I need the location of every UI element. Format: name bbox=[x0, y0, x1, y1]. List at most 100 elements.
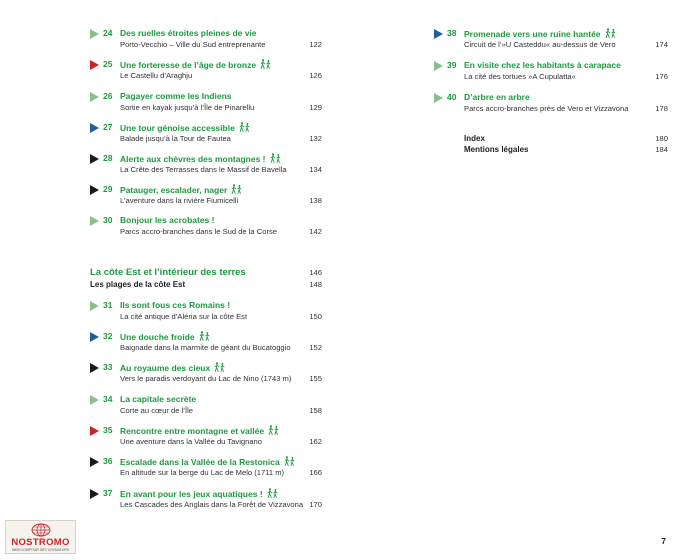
entry-page: 122 bbox=[309, 40, 322, 49]
extra-page: 180 bbox=[655, 134, 668, 143]
toc-entry-30: 30 Bonjour les acrobates ! Parcs accro-bra… bbox=[90, 215, 322, 241]
entry-title: D’arbre en arbre bbox=[464, 92, 530, 102]
triangle-marker-icon bbox=[90, 332, 99, 342]
toc-entry-39: 39 En visite chez les habitants à carapac… bbox=[434, 60, 668, 86]
extra-label: Mentions légales bbox=[464, 145, 529, 154]
toc-entry-33: 33 Au royaume des cieux Vers le paradis ve… bbox=[90, 362, 322, 388]
entry-title-text: Ils sont fous ces Romains ! bbox=[120, 300, 231, 310]
entry-title: Patauger, escalader, nager bbox=[120, 184, 243, 195]
entry-title-text: Rencontre entre montagne et vallée bbox=[120, 426, 265, 436]
section-subtitle-text: Les plages de la côte Est bbox=[90, 280, 186, 289]
toc-entry-37: 37 En avant pour les jeux aquatiques ! Les… bbox=[90, 488, 322, 514]
entry-title: Rencontre entre montagne et vallée bbox=[120, 425, 280, 436]
entry-title-text: Une douche froide bbox=[120, 332, 195, 342]
hiking-icon bbox=[284, 456, 295, 466]
entry-subtitle: Corte au cœur de l’Île bbox=[120, 406, 194, 415]
triangle-marker-icon bbox=[434, 93, 443, 103]
entry-page: 132 bbox=[309, 134, 322, 143]
entry-subtitle: Le Castellu d’Araghju bbox=[120, 71, 193, 80]
triangle-marker-icon bbox=[90, 29, 99, 39]
triangle-marker-icon bbox=[90, 154, 99, 164]
entry-subtitle: En altitude sur la berge du Lac de Melo … bbox=[120, 468, 285, 477]
entry-title: Une douche froide bbox=[120, 331, 211, 342]
triangle-marker-icon bbox=[90, 92, 99, 102]
entry-number: 31 bbox=[103, 300, 113, 310]
section-title-text: La côte Est et l’intérieur des terres bbox=[90, 267, 246, 278]
entry-subtitle: L’aventure dans la rivière Fiumicelli bbox=[120, 196, 239, 205]
triangle-marker-icon bbox=[90, 457, 99, 467]
entry-title: Bonjour les acrobates ! bbox=[120, 215, 214, 225]
entry-subtitle: Circuit de l’»U Casteddu« au-dessus de V… bbox=[464, 40, 616, 49]
entry-title: Escalade dans la Vallée de la Restonica bbox=[120, 456, 296, 467]
hiking-icon bbox=[267, 488, 278, 498]
entry-title-text: La capitale secrète bbox=[120, 394, 197, 404]
section-subtitle-page: 148 bbox=[309, 280, 322, 289]
entry-number: 28 bbox=[103, 153, 113, 163]
entry-page: 166 bbox=[309, 468, 322, 477]
entry-page: 152 bbox=[309, 343, 322, 352]
triangle-marker-icon bbox=[90, 426, 99, 436]
entry-subtitle: Sortie en kayak jusqu’à l’Île de Pinarel… bbox=[120, 103, 255, 112]
toc-extra-row: Mentions légales 184 bbox=[464, 145, 668, 154]
entry-subtitle: Porto-Vecchio – Ville du Sud entreprenan… bbox=[120, 40, 266, 49]
section-page: 146 bbox=[309, 268, 322, 277]
entry-title-text: En avant pour les jeux aquatiques ! bbox=[120, 489, 263, 499]
triangle-marker-icon bbox=[434, 29, 443, 39]
toc-entry-34: 34 La capitale secrète Corte au cœur de l’… bbox=[90, 394, 322, 420]
toc-entry-27: 27 Une tour génoise accessible Balade jusq… bbox=[90, 122, 322, 148]
entry-title: Promenade vers une ruine hantée bbox=[464, 28, 617, 39]
logo-tagline: WEB COMPTOIR DES VOYAGEURS bbox=[12, 548, 69, 552]
globe-icon bbox=[31, 523, 51, 537]
entry-subtitle: Parcs accro-branches dans le Sud de la C… bbox=[120, 227, 278, 236]
hiking-icon bbox=[239, 122, 250, 132]
toc-entry-26: 26 Pagayer comme les Indiens Sortie en kay… bbox=[90, 91, 322, 117]
entry-number: 32 bbox=[103, 331, 113, 341]
toc-entry-24: 24 Des ruelles étroites pleines de vie Por… bbox=[90, 28, 322, 54]
entry-title: Pagayer comme les Indiens bbox=[120, 91, 232, 101]
entry-number: 29 bbox=[103, 184, 113, 194]
entry-page: 150 bbox=[309, 312, 322, 321]
entry-page: 162 bbox=[309, 437, 322, 446]
toc-entry-36: 36 Escalade dans la Vallée de la Restonic… bbox=[90, 456, 322, 482]
entry-number: 24 bbox=[103, 28, 113, 38]
toc-extra-row: Index 180 bbox=[464, 134, 668, 143]
toc-entry-28: 28 Alerte aux chèvres des montagnes ! La C… bbox=[90, 153, 322, 179]
triangle-marker-icon bbox=[90, 123, 99, 133]
entry-subtitle: Une aventure dans la Vallée du Tavignano bbox=[120, 437, 262, 446]
toc-entry-38: 38 Promenade vers une ruine hantée Circuit… bbox=[434, 28, 668, 54]
extra-page: 184 bbox=[655, 145, 668, 154]
entry-subtitle: Baignade dans la marmite de géant du Buc… bbox=[120, 343, 291, 352]
entry-number: 37 bbox=[103, 488, 113, 498]
triangle-marker-icon bbox=[434, 61, 443, 71]
section-subtitle: Les plages de la côte Est 148 bbox=[90, 280, 322, 289]
entry-title-text: Patauger, escalader, nager bbox=[120, 185, 228, 195]
entry-subtitle: Vers le paradis verdoyant du Lac de Nino… bbox=[120, 374, 292, 383]
hiking-icon bbox=[214, 362, 225, 372]
entry-page: 176 bbox=[655, 72, 668, 81]
entry-title: Au royaume des cieux bbox=[120, 362, 226, 373]
entry-number: 30 bbox=[103, 215, 113, 225]
entry-number: 35 bbox=[103, 425, 113, 435]
hiking-icon bbox=[270, 153, 280, 163]
entry-number: 25 bbox=[103, 59, 113, 69]
entry-title-text: Promenade vers une ruine hantée bbox=[464, 29, 601, 39]
entry-title: En visite chez les habitants à carapace bbox=[464, 60, 621, 70]
hiking-icon bbox=[605, 28, 615, 38]
entry-number: 39 bbox=[447, 60, 457, 70]
hiking-icon bbox=[260, 59, 271, 69]
entry-number: 33 bbox=[103, 362, 113, 372]
entry-page: 138 bbox=[309, 196, 322, 205]
entry-page: 158 bbox=[309, 406, 322, 415]
entry-page: 126 bbox=[309, 71, 322, 80]
entry-subtitle: Balade jusqu’à la Tour de Fautea bbox=[120, 134, 231, 143]
entry-subtitle: Les Cascades des Anglais dans la Forêt d… bbox=[120, 500, 304, 509]
entry-page: 129 bbox=[309, 103, 322, 112]
entry-title-text: Alerte aux chèvres des montagnes ! bbox=[120, 154, 266, 164]
entry-page: 134 bbox=[309, 165, 322, 174]
toc-entry-31: 31 Ils sont fous ces Romains ! La cité ant… bbox=[90, 300, 322, 326]
entry-title: Une forteresse de l’âge de bronze bbox=[120, 59, 272, 70]
hiking-icon bbox=[232, 184, 242, 194]
entry-number: 40 bbox=[447, 92, 457, 102]
toc-entry-35: 35 Rencontre entre montagne et vallée Une … bbox=[90, 425, 322, 451]
nostromo-logo: NOSTROMO WEB COMPTOIR DES VOYAGEURS bbox=[5, 520, 76, 554]
